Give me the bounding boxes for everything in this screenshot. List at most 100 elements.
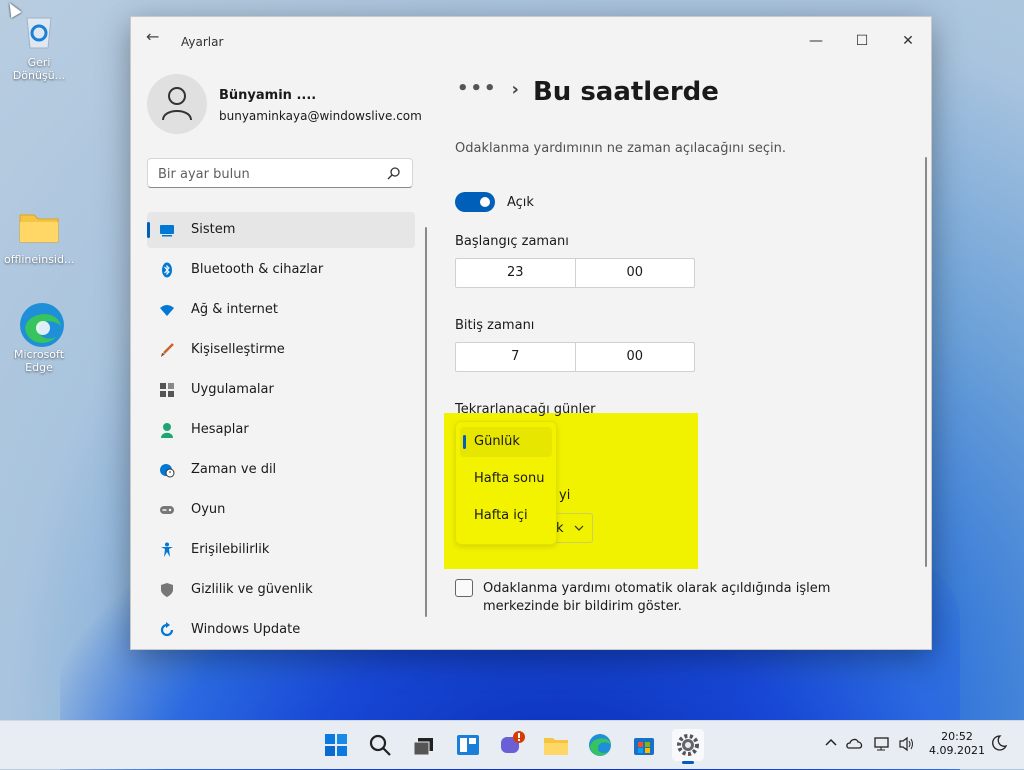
desktop-icon-edge[interactable]: Microsoft Edge	[4, 300, 74, 374]
end-minute[interactable]: 00	[576, 343, 695, 371]
sidebar-item-sistem[interactable]: Sistem	[147, 212, 415, 248]
folder-icon	[17, 205, 61, 249]
obscured-dropdown[interactable]: k	[555, 513, 593, 543]
focus-assist-moon-icon[interactable]	[990, 734, 1008, 756]
end-time-label: Bitiş zamanı	[455, 318, 535, 333]
gamepad-icon	[160, 506, 174, 514]
avatar	[147, 74, 207, 134]
start-time-label: Başlangıç zamanı	[455, 234, 569, 249]
close-button[interactable]: ✕	[885, 25, 931, 57]
network-icon[interactable]	[874, 736, 892, 756]
person-icon	[162, 87, 192, 121]
chevron-up-icon[interactable]	[824, 736, 838, 754]
sidebar-item-label: Gizlilik ve güvenlik	[191, 582, 313, 597]
edge-icon	[17, 300, 64, 347]
start-minute[interactable]: 00	[576, 259, 695, 287]
sidebar-item-time-language[interactable]: Zaman ve dil	[147, 452, 415, 488]
search-icon	[387, 167, 400, 180]
sidebar-item-privacy[interactable]: Gizlilik ve güvenlik	[147, 572, 415, 608]
notification-checkbox[interactable]	[455, 579, 473, 597]
menu-item-daily[interactable]: Günlük	[460, 427, 552, 457]
content-scrollbar[interactable]	[925, 157, 927, 567]
sidebar-item-apps[interactable]: Uygulamalar	[147, 372, 415, 408]
sidebar-item-label: Kişiselleştirme	[191, 342, 285, 357]
task-view-button[interactable]	[408, 729, 440, 761]
repeat-days-label: Tekrarlanacağı günler	[455, 402, 596, 417]
chat-icon	[501, 731, 525, 753]
search-button[interactable]	[364, 729, 396, 761]
sidebar-item-label: Windows Update	[191, 622, 301, 637]
minimize-button[interactable]: —	[793, 25, 839, 57]
user-name: Bünyamin ....	[219, 88, 317, 103]
sidebar-item-accounts[interactable]: Hesaplar	[147, 412, 415, 448]
widgets-button[interactable]	[452, 729, 484, 761]
update-icon	[160, 622, 174, 637]
person-icon	[161, 423, 173, 438]
app-title: Ayarlar	[181, 35, 224, 49]
wifi-icon	[160, 305, 174, 316]
sidebar-item-network[interactable]: Ağ & internet	[147, 292, 415, 328]
start-hour[interactable]: 23	[456, 259, 576, 287]
title-bar: ← Ayarlar — ☐ ✕	[131, 17, 931, 57]
volume-icon[interactable]	[898, 736, 916, 756]
repeat-days-dropdown-menu: Günlük Hafta sonu Hafta içi	[455, 421, 557, 545]
shield-icon	[161, 583, 173, 597]
sidebar-item-bluetooth[interactable]: Bluetooth & cihazlar	[147, 252, 415, 288]
menu-item-weekend[interactable]: Hafta sonu	[460, 464, 552, 494]
start-button[interactable]	[320, 729, 352, 761]
desktop-icon-label: offlineinsid...	[4, 253, 75, 266]
file-explorer-button[interactable]	[540, 729, 572, 761]
gear-icon	[677, 734, 699, 756]
chevron-down-icon	[574, 525, 584, 531]
focus-assist-toggle[interactable]	[455, 192, 495, 212]
page-description: Odaklanma yardımının ne zaman açılacağın…	[455, 141, 787, 156]
desktop-icon-folder[interactable]: offlineinsid...	[4, 205, 74, 266]
sidebar-item-gaming[interactable]: Oyun	[147, 492, 415, 528]
sidebar-item-label: Oyun	[191, 502, 226, 517]
clock-date: 4.09.2021	[929, 744, 985, 757]
sidebar-item-windows-update[interactable]: Windows Update	[147, 612, 415, 648]
store-button[interactable]	[628, 729, 660, 761]
sidebar-item-label: Uygulamalar	[191, 382, 274, 397]
edge-button[interactable]	[584, 729, 616, 761]
start-time-picker[interactable]: 23 00	[455, 258, 695, 288]
end-hour[interactable]: 7	[456, 343, 576, 371]
sidebar-item-accessibility[interactable]: Erişilebilirlik	[147, 532, 415, 568]
desktop-icon-recycle-bin[interactable]: Geri Dönüşü...	[4, 8, 74, 82]
windows-logo-icon	[325, 734, 347, 756]
obscured-label: yi	[559, 488, 571, 503]
taskbar: 20:52 4.09.2021	[0, 720, 1024, 769]
breadcrumb-more-button[interactable]: •••	[457, 78, 498, 99]
user-email: bunyaminkaya@windowslive.com	[219, 109, 422, 123]
maximize-button[interactable]: ☐	[839, 25, 885, 57]
chat-button[interactable]	[496, 729, 528, 761]
back-arrow-icon[interactable]: ←	[146, 29, 159, 45]
search-placeholder: Bir ayar bulun	[158, 167, 250, 182]
desktop-icon-label: Geri Dönüşü...	[12, 56, 66, 82]
bluetooth-icon	[162, 262, 172, 278]
sidebar-item-label: Bluetooth & cihazlar	[191, 262, 324, 277]
end-time-picker[interactable]: 7 00	[455, 342, 695, 372]
chevron-right-icon: ›	[511, 79, 519, 100]
toggle-state-label: Açık	[507, 195, 534, 210]
main-content: ••• › Bu saatlerde Odaklanma yardımının ne…	[441, 57, 931, 649]
menu-item-label: Günlük	[474, 434, 520, 449]
menu-item-label: Hafta sonu	[474, 471, 545, 486]
onedrive-icon[interactable]	[846, 736, 864, 754]
widgets-icon	[457, 735, 479, 755]
monitor-icon	[160, 225, 174, 237]
sidebar-item-label: Ağ & internet	[191, 302, 278, 317]
desktop-icon-label: Microsoft Edge	[13, 348, 65, 374]
settings-taskbar-button[interactable]	[672, 729, 704, 764]
system-clock[interactable]: 20:52 4.09.2021	[928, 730, 986, 758]
menu-item-weekdays[interactable]: Hafta içi	[460, 501, 552, 531]
sidebar-item-label: Erişilebilirlik	[191, 542, 270, 557]
notification-checkbox-label: Odaklanma yardımı otomatik olarak açıldı…	[483, 581, 831, 614]
settings-window: ← Ayarlar — ☐ ✕ Bünyamin .... bunyaminka…	[130, 16, 932, 650]
brush-icon	[161, 343, 174, 357]
sidebar-item-personalization[interactable]: Kişiselleştirme	[147, 332, 415, 368]
clock-time: 20:52	[941, 730, 973, 743]
sidebar-scrollbar[interactable]	[425, 227, 427, 617]
apps-icon	[160, 383, 174, 397]
settings-search-input[interactable]: Bir ayar bulun	[147, 158, 413, 188]
